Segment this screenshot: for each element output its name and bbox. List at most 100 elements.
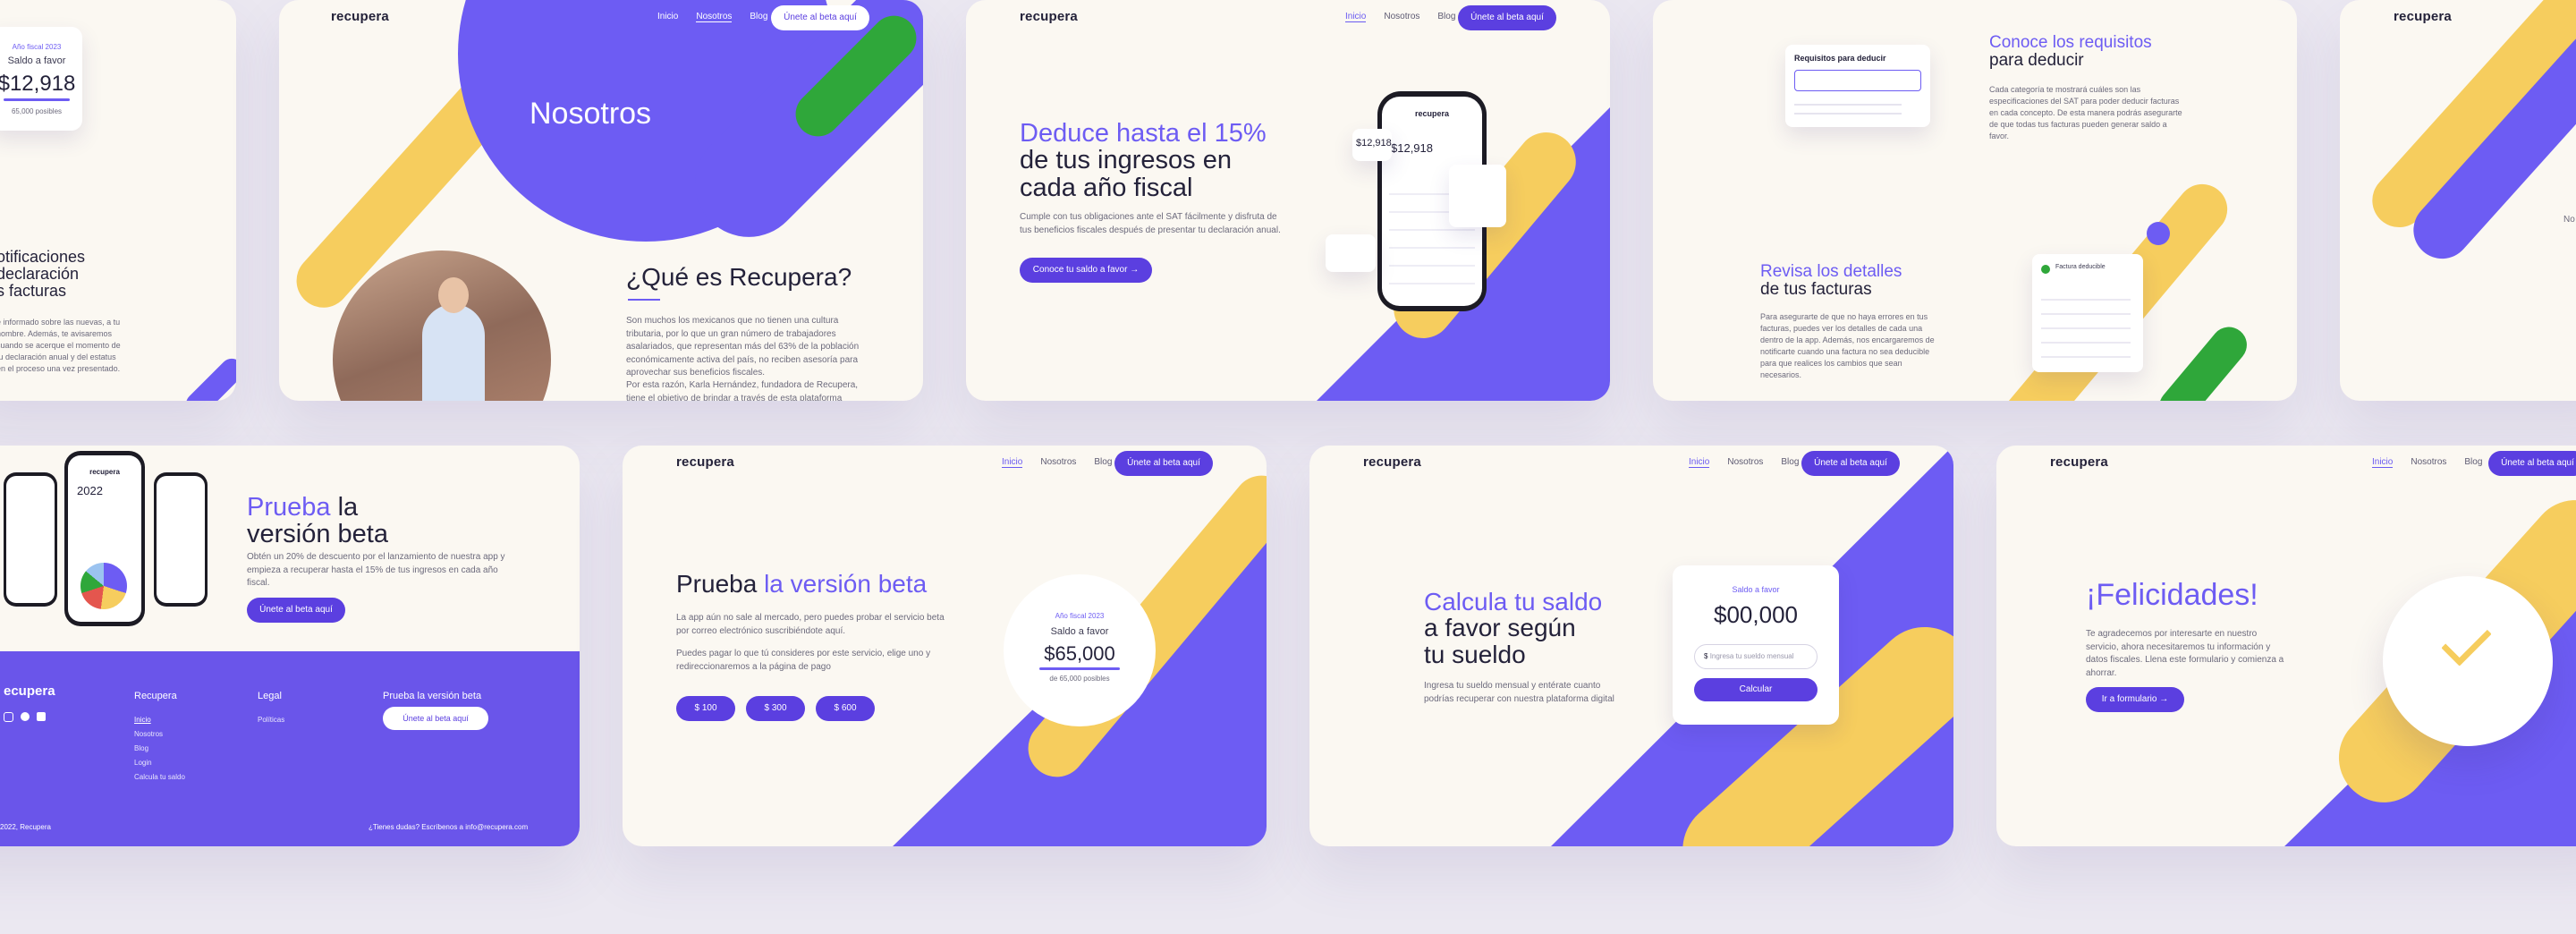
- price-button-100[interactable]: $ 100: [676, 696, 735, 721]
- saldo-cta-button[interactable]: Conoce tu saldo a favor →: [1020, 258, 1152, 283]
- nav-blog[interactable]: Blog: [1781, 457, 1799, 468]
- price-button-600[interactable]: $ 600: [816, 696, 875, 721]
- card-partial-right: recupera No: [2340, 0, 2576, 401]
- felicidades-text: Te agradecemos por interesarte en nuestr…: [2086, 629, 2284, 678]
- person-head: [438, 277, 469, 313]
- calc-title: Calcula tu saldo a favor según tu sueldo: [1424, 588, 1603, 668]
- footer-col1-item-4[interactable]: Calcula tu saldo: [134, 773, 185, 781]
- fiscal-year-label: Año fiscal 2023: [1055, 612, 1105, 620]
- logo[interactable]: recupera: [2394, 9, 2452, 24]
- logo[interactable]: recupera: [1020, 9, 1078, 24]
- nav-cta-button[interactable]: Únete al beta aquí: [1801, 451, 1900, 476]
- saldo-circle: Año fiscal 2023 Saldo a favor $65,000 de…: [1004, 574, 1156, 726]
- calc-widget: Saldo a favor $00,000 $ Ingresa tu sueld…: [1673, 565, 1839, 725]
- nav-nosotros[interactable]: Nosotros: [696, 12, 733, 22]
- arrow-right-icon: →: [2159, 694, 2169, 704]
- saldo-amount: $65,000: [1044, 642, 1115, 665]
- saldo-label: Saldo a favor: [1050, 626, 1109, 637]
- nav-inicio[interactable]: Inicio: [1345, 12, 1367, 22]
- beta-p1: La app aún no sale al mercado, pero pued…: [676, 613, 945, 636]
- logo[interactable]: recupera: [2050, 454, 2108, 470]
- footer-col3-title: Prueba la versión beta: [383, 691, 482, 701]
- nav-blog[interactable]: Blog: [750, 12, 767, 22]
- nav: Inicio Nosotros Blog: [1689, 457, 1799, 468]
- beta-cta-button[interactable]: Únete al beta aquí: [247, 598, 345, 623]
- notif-text: e informado sobre las nuevas, a tu nombr…: [0, 318, 121, 374]
- nav-inicio[interactable]: Inicio: [657, 12, 678, 22]
- logo[interactable]: recupera: [676, 454, 734, 470]
- requisitos-widget: Requisitos para deducir: [1785, 45, 1930, 127]
- req-title: Conoce los requisitos para deducir: [1989, 33, 2152, 70]
- pie-chart: [80, 563, 127, 609]
- nav-blog[interactable]: Blog: [1437, 12, 1455, 22]
- nav-cta-button[interactable]: Únete al beta aquí: [771, 5, 869, 30]
- phone-float-card: $12,918: [1352, 129, 1392, 161]
- calc-text: Ingresa tu sueldo mensual y entérate cua…: [1424, 681, 1614, 704]
- nav-blog[interactable]: Blog: [2464, 457, 2482, 468]
- saldo-progress: [4, 98, 70, 101]
- footer-logo[interactable]: ecupera: [4, 684, 55, 699]
- footer-bg: [0, 651, 580, 846]
- partial-text: No: [2563, 215, 2575, 225]
- phone-right: [154, 472, 208, 607]
- instagram-icon[interactable]: [4, 712, 13, 722]
- footer-col1-item-1[interactable]: Nosotros: [134, 730, 163, 738]
- footer-col1-item-3[interactable]: Login: [134, 759, 152, 767]
- nav-nosotros[interactable]: Nosotros: [1727, 457, 1763, 468]
- nav-nosotros[interactable]: Nosotros: [1040, 457, 1076, 468]
- widget-highlight: [1794, 70, 1921, 91]
- card-beta-pricing: recupera Inicio Nosotros Blog Únete al b…: [623, 446, 1267, 846]
- calcular-button[interactable]: Calcular: [1694, 678, 1818, 701]
- nav: Inicio Nosotros Blog: [1345, 12, 1455, 22]
- factura-status: Factura deducible: [2055, 264, 2106, 270]
- nav: Inicio Nosotros Blog: [1002, 457, 1112, 468]
- about-p2: Por esta razón, Karla Hernández, fundado…: [626, 380, 859, 401]
- facebook-icon[interactable]: [21, 712, 30, 721]
- card-beta-footer: recupera 2022 Prueba la versión beta Obt…: [0, 446, 580, 846]
- arrow-right-icon: →: [1130, 265, 1140, 275]
- nav-inicio[interactable]: Inicio: [2372, 457, 2394, 468]
- factura-widget: Factura deducible: [2032, 254, 2143, 372]
- success-circle: [2383, 576, 2553, 746]
- posibles-label: 65,000 posibles: [11, 107, 63, 115]
- nav: Inicio Nosotros Blog: [657, 12, 767, 22]
- fiscal-year-label: Año fiscal 2023: [12, 43, 62, 51]
- footer-cta-button[interactable]: Únete al beta aquí: [383, 707, 488, 730]
- card-deduce: recupera Inicio Nosotros Blog Únete al b…: [966, 0, 1610, 401]
- footer-col2-item-0[interactable]: Políticas: [258, 716, 284, 724]
- formulario-button[interactable]: Ir a formulario →: [2086, 687, 2184, 712]
- about-p1: Son muchos los mexicanos que no tienen u…: [626, 316, 860, 378]
- beta-title: Prueba la versión beta: [247, 493, 388, 549]
- saldo-progress: [1039, 667, 1120, 670]
- logo[interactable]: recupera: [331, 9, 389, 24]
- nav-nosotros[interactable]: Nosotros: [2411, 457, 2446, 468]
- salary-input[interactable]: $ Ingresa tu sueldo mensual: [1694, 644, 1818, 669]
- nav-inicio[interactable]: Inicio: [1002, 457, 1023, 468]
- nav-nosotros[interactable]: Nosotros: [1384, 12, 1419, 22]
- felicidades-title: ¡Felicidades!: [2086, 578, 2258, 612]
- nav: Inicio Nosotros Blog: [2372, 457, 2482, 468]
- phone-float-card-left: [1326, 234, 1376, 272]
- contact-text: ¿Tienes dudas? Escríbenos a info@recuper…: [369, 823, 529, 831]
- linkedin-icon[interactable]: [37, 712, 46, 721]
- nav-cta-button[interactable]: Únete al beta aquí: [1458, 5, 1556, 30]
- price-button-300[interactable]: $ 300: [746, 696, 805, 721]
- footer-col1-item-0[interactable]: Inicio: [134, 716, 151, 724]
- card-felicidades: recupera Inicio Nosotros Blog Únete al b…: [1996, 446, 2576, 846]
- phone-year: 2022: [77, 484, 103, 497]
- footer-col1-item-2[interactable]: Blog: [134, 744, 148, 752]
- nav-blog[interactable]: Blog: [1094, 457, 1112, 468]
- nav-cta-button[interactable]: Únete al beta aquí: [2488, 451, 2576, 476]
- nav-inicio[interactable]: Inicio: [1689, 457, 1710, 468]
- card-notificaciones: Año fiscal 2023 Saldo a favor $12,918 65…: [0, 0, 236, 401]
- hero-text: Cumple con tus obligaciones ante el SAT …: [1020, 212, 1281, 235]
- logo[interactable]: recupera: [1363, 454, 1421, 470]
- deco-stripe: [181, 353, 236, 401]
- phone-float-card-right: [1449, 165, 1506, 227]
- nav-cta-button[interactable]: Únete al beta aquí: [1114, 451, 1213, 476]
- req-text: Cada categoría te mostrará cuáles son la…: [1989, 85, 2182, 141]
- copyright: 2022, Recupera: [0, 823, 51, 831]
- card-nosotros: recupera Inicio Nosotros Blog Únete al b…: [279, 0, 923, 401]
- phone-center: recupera 2022: [64, 451, 145, 626]
- saldo-widget: Año fiscal 2023 Saldo a favor $12,918 65…: [0, 27, 82, 131]
